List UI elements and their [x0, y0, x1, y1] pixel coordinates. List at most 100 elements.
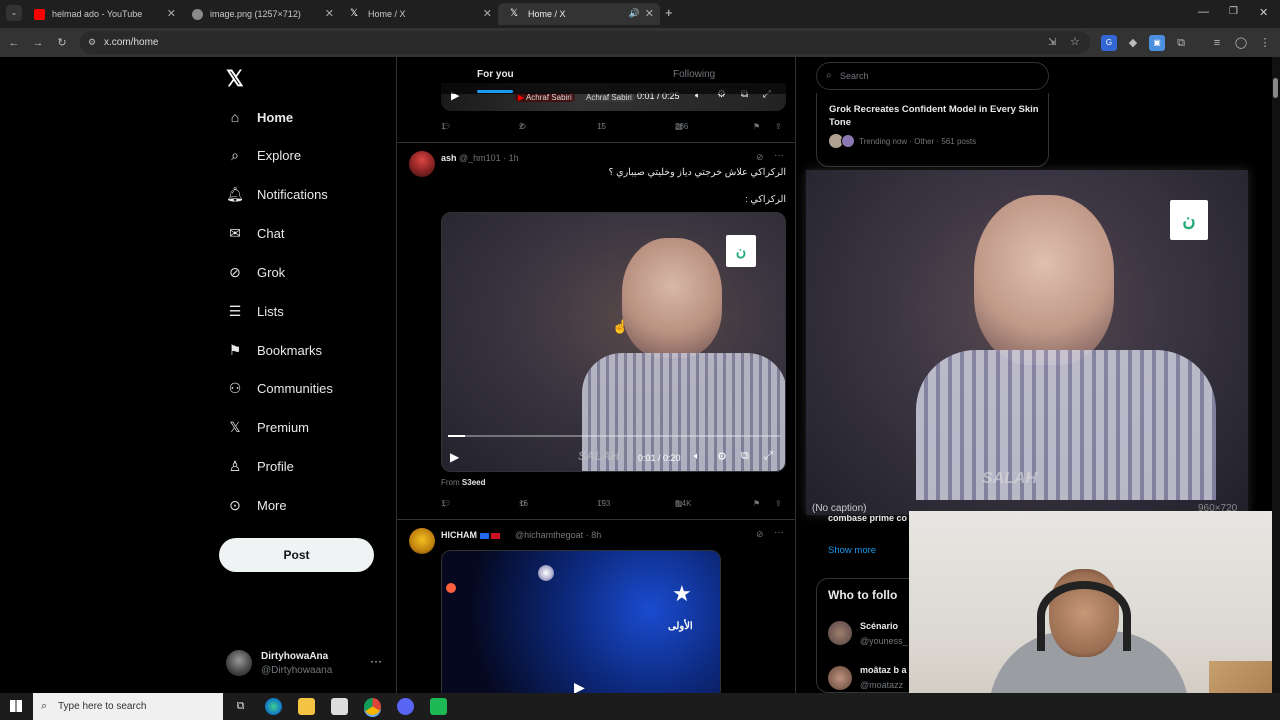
tab-search-button[interactable]: ⌄	[6, 5, 22, 21]
channel-logo-icon: ★	[672, 581, 692, 606]
tweet-actions: 💬︎ 1 ⟲ 2 ♡ 15 ▥ 286 ⚑ ⇪	[441, 122, 782, 131]
browser-tab[interactable]: image.png (1257×712) ✕	[180, 3, 340, 25]
translate-extension-icon[interactable]: G	[1101, 35, 1117, 51]
fullscreen-icon[interactable]: ⤢	[764, 450, 773, 463]
nav-explore[interactable]: ⌕ Explore	[226, 142, 301, 168]
reading-list-icon[interactable]: ≡	[1209, 35, 1225, 51]
play-icon[interactable]: ▶	[574, 679, 585, 693]
mail-icon: ✉	[229, 225, 241, 241]
store-icon[interactable]	[331, 698, 348, 715]
nav-label: Chat	[257, 225, 285, 241]
x-icon: 𝕏	[229, 419, 241, 435]
x-icon: 𝕏	[350, 8, 359, 19]
scrollbar[interactable]	[1272, 57, 1280, 693]
settings-icon[interactable]: ⚙	[717, 450, 727, 463]
nav-chat[interactable]: ✉ Chat	[226, 220, 284, 246]
close-icon[interactable]: ✕	[483, 7, 492, 20]
nav-lists[interactable]: ☰ Lists	[226, 298, 284, 324]
edge-icon[interactable]	[265, 698, 282, 715]
back-icon[interactable]: ←	[6, 35, 22, 51]
browser-tab-active[interactable]: 𝕏 Home / X 🔊 ✕	[498, 3, 660, 25]
close-icon[interactable]: ✕	[325, 7, 334, 20]
author-handle[interactable]: @hichamthegoat · 8h	[515, 530, 601, 540]
user-name: DirtyhowaAna	[261, 651, 329, 662]
taskbar-search-input[interactable]: ⌕ Type here to search	[33, 693, 223, 720]
volume-icon[interactable]: 🔈︎	[694, 451, 700, 462]
nav-notifications[interactable]: 🔔︎ Notifications	[226, 181, 328, 207]
search-icon: ⌕	[231, 147, 239, 163]
nav-home[interactable]: ⌂ Home	[226, 104, 293, 130]
address-bar[interactable]: ⚙ x.com/home ⇲ ☆	[80, 31, 1090, 54]
account-switcher[interactable]: DirtyhowaAna @Dirtyhowaana ···	[226, 648, 386, 680]
close-icon[interactable]: ✕	[167, 7, 176, 20]
site-info-icon[interactable]: ⚙	[88, 31, 96, 54]
more-dots-icon[interactable]: ···	[774, 150, 784, 161]
extension-blue-icon[interactable]: ▣	[1149, 35, 1165, 51]
discord-icon[interactable]	[397, 698, 414, 715]
trend-title: Grok Recreates Confident Model in Every …	[829, 104, 1039, 128]
taskbar: ⌕ Type here to search ⧉	[0, 693, 1280, 720]
avatar[interactable]	[409, 528, 435, 554]
nav-profile[interactable]: ♙ Profile	[226, 453, 294, 479]
bookmark-icon: ⚑	[753, 499, 761, 508]
avatar[interactable]	[828, 621, 852, 645]
author-name[interactable]: ash	[441, 153, 457, 163]
grok-icon[interactable]: ⊘	[756, 152, 764, 163]
extensions-puzzle-icon[interactable]: ⧉	[1173, 35, 1189, 51]
search-input[interactable]: ⌕ Search	[816, 62, 1049, 90]
channel-overlay-text: الأولى	[668, 621, 693, 632]
tab-for-you[interactable]: For you	[477, 69, 514, 80]
avatar[interactable]	[409, 151, 435, 177]
windows-start-icon[interactable]	[10, 700, 22, 712]
speaker-icon[interactable]: 🔊	[629, 8, 640, 19]
nav-communities[interactable]: ⚇ Communities	[226, 375, 333, 401]
file-explorer-icon[interactable]	[298, 698, 315, 715]
browser-tab[interactable]: 𝕏 Home / X ✕	[338, 3, 498, 25]
browser-tab[interactable]: helmad ado - YouTube ✕	[22, 3, 182, 25]
chrome-icon[interactable]	[364, 698, 381, 715]
show-more-link[interactable]: Show more	[828, 545, 876, 556]
install-icon[interactable]: ⇲	[1048, 31, 1056, 54]
preview-figure	[974, 195, 1114, 365]
bookmark-icon: ⚑	[753, 122, 761, 131]
minimize-icon[interactable]: —	[1198, 6, 1209, 18]
author-name[interactable]: HICHAM	[441, 530, 501, 540]
more-dots-icon[interactable]: ···	[774, 527, 784, 538]
share-icon: ⇪	[775, 499, 782, 508]
tab-following[interactable]: Following	[673, 69, 715, 80]
nav-more[interactable]: ⊙ More	[226, 492, 287, 518]
grok-icon[interactable]: ⊘	[756, 529, 764, 540]
nav-grok[interactable]: ⊘ Grok	[226, 259, 285, 285]
app-green-icon[interactable]	[430, 698, 447, 715]
restore-icon[interactable]: ❐	[1229, 6, 1238, 17]
video-player[interactable]: ★ الأولى ▶	[441, 550, 721, 693]
video-source[interactable]: From S3eed	[441, 478, 485, 487]
extension-diamond-icon[interactable]: ◆	[1125, 35, 1141, 51]
account-name[interactable]: moâtaz b a	[860, 665, 907, 675]
close-window-icon[interactable]: ✕	[1259, 6, 1268, 19]
profile-icon[interactable]: ◯	[1233, 35, 1249, 51]
star-icon[interactable]: ☆	[1070, 31, 1080, 54]
account-name[interactable]: Scénario	[860, 621, 898, 631]
nav-premium[interactable]: 𝕏 Premium	[226, 414, 309, 440]
more-dots-icon[interactable]: ···	[370, 654, 382, 668]
forward-icon[interactable]: →	[30, 35, 46, 51]
scrollbar-thumb[interactable]	[1273, 78, 1278, 98]
avatar[interactable]	[828, 666, 852, 690]
task-view-icon[interactable]: ⧉	[232, 698, 249, 715]
browser-toolbar: ← → ↻ ⚙ x.com/home ⇲ ☆ G ◆ ▣ ⧉ ≡ ◯ ⋮	[0, 28, 1280, 57]
play-icon[interactable]: ▶	[450, 450, 459, 464]
progress-bar[interactable]	[448, 435, 780, 437]
chrome-menu-icon[interactable]: ⋮	[1257, 35, 1273, 51]
nav-bookmarks[interactable]: ⚑ Bookmarks	[226, 337, 322, 363]
video-player[interactable]: ن SALAH ▶ 0:01 / 0:20 🔈︎ ⚙ ⧉ ⤢	[441, 212, 786, 472]
x-logo-icon[interactable]: 𝕏	[226, 66, 244, 92]
pip-icon[interactable]: ⧉	[741, 450, 749, 463]
post-button[interactable]: Post	[219, 538, 374, 572]
tab-title: Home / X	[528, 9, 566, 19]
reload-icon[interactable]: ↻	[54, 35, 70, 51]
author-handle[interactable]: @_hm101 · 1h	[459, 153, 519, 163]
new-tab-button[interactable]: +	[665, 5, 673, 20]
trending-card[interactable]: Grok Recreates Confident Model in Every …	[816, 93, 1049, 167]
close-icon[interactable]: ✕	[645, 7, 654, 20]
